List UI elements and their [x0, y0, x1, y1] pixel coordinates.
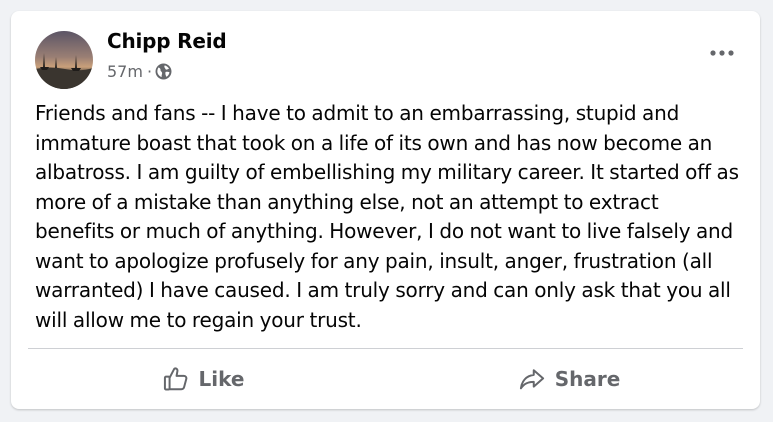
meta-separator: ·	[146, 62, 153, 81]
share-label: Share	[554, 367, 621, 391]
more-options-button[interactable]	[704, 41, 740, 65]
post-meta: 57m ·	[107, 62, 172, 81]
share-button[interactable]: Share	[399, 359, 739, 399]
more-options-icon	[710, 50, 734, 56]
post-timestamp[interactable]: 57m	[107, 62, 143, 81]
thumbs-up-icon	[162, 365, 190, 393]
globe-icon[interactable]	[155, 63, 172, 80]
avatar[interactable]	[35, 31, 93, 89]
like-button[interactable]: Like	[33, 359, 373, 399]
post-card: Chipp Reid 57m · Friends and fans -- I h…	[11, 11, 760, 409]
like-label: Like	[198, 367, 245, 391]
author-name[interactable]: Chipp Reid	[107, 29, 227, 53]
share-arrow-icon	[518, 365, 546, 393]
post-body-text: Friends and fans -- I have to admit to a…	[35, 101, 739, 332]
divider	[28, 348, 743, 349]
